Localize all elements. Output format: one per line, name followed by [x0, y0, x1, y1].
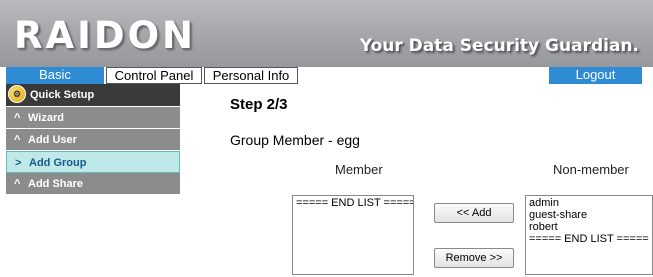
member-column-label: Member — [335, 162, 383, 177]
list-item[interactable]: admin — [529, 197, 649, 209]
list-item[interactable]: ===== END LIST ===== — [296, 197, 413, 209]
sidebar-item-add-share[interactable]: ^ Add Share — [6, 173, 180, 195]
quick-setup-icon: ⚙ — [8, 85, 26, 104]
step-indicator: Step 2/3 — [230, 96, 288, 113]
tab-control-panel[interactable]: Control Panel — [106, 67, 202, 84]
tab-basic[interactable]: Basic — [6, 67, 104, 84]
add-button[interactable]: << Add — [434, 203, 514, 223]
sidebar-item-add-user[interactable]: ^ Add User — [6, 129, 180, 151]
group-title: Group Member - egg — [230, 132, 360, 148]
raidon-logo: RAIDON — [14, 14, 197, 57]
chevron-up-icon: ^ — [14, 112, 21, 124]
list-item[interactable]: robert — [529, 221, 649, 233]
sidebar-item-add-group[interactable]: > Add Group — [6, 151, 180, 173]
list-item[interactable]: guest-share — [529, 209, 649, 221]
member-listbox[interactable]: ===== END LIST ===== — [292, 195, 414, 275]
sidebar-item-label: Quick Setup — [30, 89, 95, 101]
sidebar-item-quick-setup[interactable]: ⚙ Quick Setup — [6, 84, 180, 107]
header-banner: RAIDON Your Data Security Guardian. — [0, 0, 653, 67]
sidebar-item-label: Add User — [28, 134, 77, 146]
sidebar-item-label: Add Share — [28, 178, 84, 190]
sidebar-item-wizard[interactable]: ^ Wizard — [6, 107, 180, 129]
sidebar: ⚙ Quick Setup ^ Wizard ^ Add User > Add Grou… — [6, 84, 180, 195]
logout-button[interactable]: Logout — [549, 67, 642, 84]
nonmember-column-label: Non-member — [553, 162, 629, 177]
nonmember-listbox[interactable]: admin guest-share robert ===== END LIST … — [525, 195, 653, 275]
list-item[interactable]: ===== END LIST ===== — [529, 233, 649, 245]
remove-button[interactable]: Remove >> — [434, 248, 514, 268]
sidebar-item-label: Add Group — [29, 157, 87, 169]
chevron-up-icon: ^ — [14, 134, 21, 146]
sidebar-item-label: Wizard — [28, 112, 64, 124]
chevron-up-icon: ^ — [14, 178, 21, 190]
chevron-right-icon: > — [15, 157, 22, 169]
tab-personal-info[interactable]: Personal Info — [204, 67, 298, 84]
tab-bar: Basic Control Panel Personal Info Logout — [0, 67, 653, 84]
tagline: Your Data Security Guardian. — [359, 36, 639, 56]
